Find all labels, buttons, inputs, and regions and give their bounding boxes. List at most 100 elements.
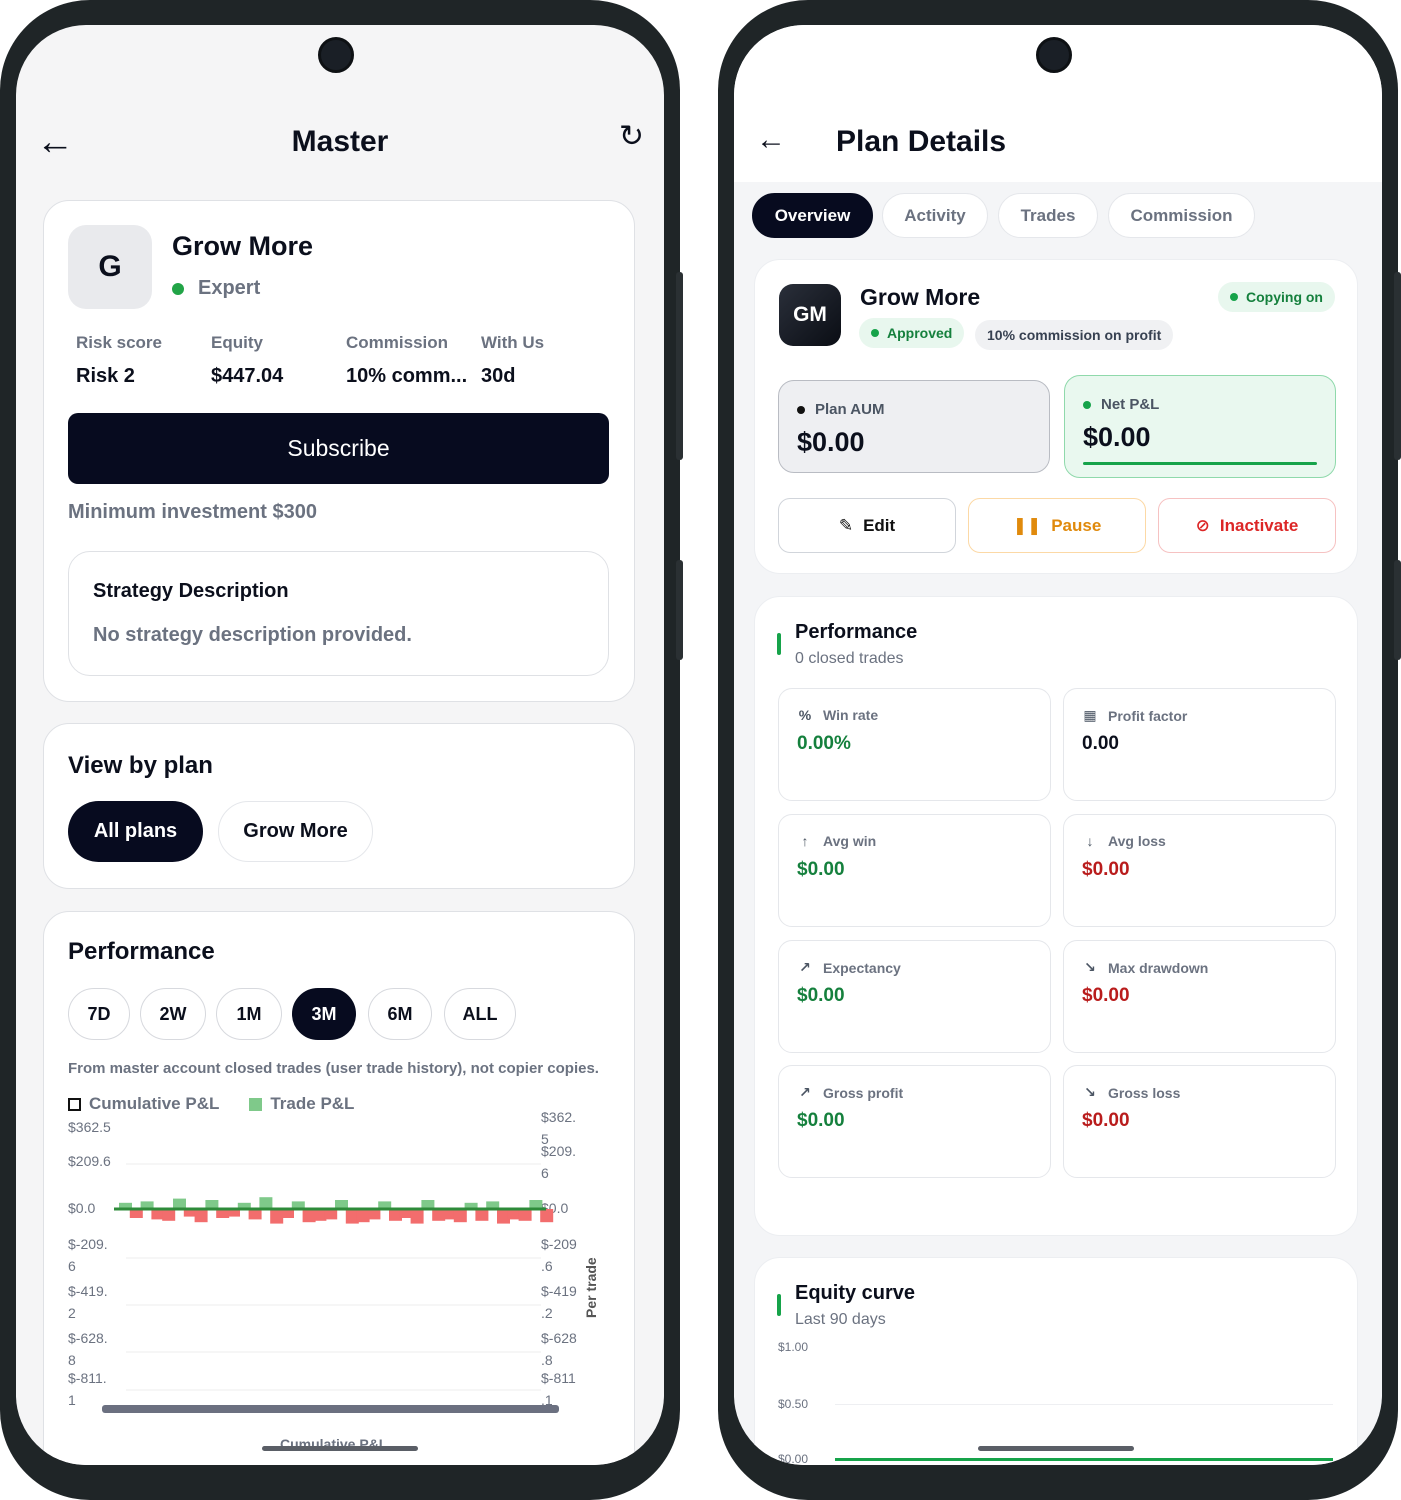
plan-filter-all[interactable]: All plans [68,801,203,862]
minimum-investment: Minimum investment $300 [68,501,317,523]
commission-value: 10% comm... [346,365,468,387]
metric-label: Expectancy [823,959,901,976]
plan-aum-value: $0.00 [797,427,865,457]
trend-down-icon: ↘ [1084,1084,1096,1100]
home-indicator [978,1446,1134,1451]
equity-curve-subtitle: Last 90 days [795,1311,886,1328]
plan-aum-label-text: Plan AUM [815,401,885,418]
metric-expectancy: ↗ Expectancy $0.00 [778,940,1051,1053]
net-pnl-value: $0.00 [1083,422,1151,452]
status-dot-icon [172,282,184,295]
inactivate-button[interactable]: ⊘ Inactivate [1158,498,1336,553]
copying-status-text: Copying on [1246,289,1323,305]
commission-badge: 10% commission on profit [975,320,1174,350]
back-arrow-icon[interactable]: ← [756,123,786,157]
approved-text: Approved [887,325,953,341]
page-title: Plan Details [836,125,1007,158]
volume-button [1394,272,1401,460]
trade-bar [518,1209,532,1221]
metric-value: $0.00 [797,1110,845,1131]
pnl-chart [102,1163,559,1413]
trade-bar [259,1197,273,1209]
arrow-down-icon: ↓ [1086,833,1094,849]
home-indicator [262,1446,418,1451]
calculator-icon: ▦ [1083,707,1097,723]
volume-button [676,272,683,460]
equity-tick: $0.50 [778,1397,809,1411]
power-button [676,560,683,660]
subscribe-button[interactable]: Subscribe [68,413,609,484]
equity-label: Equity [211,333,263,352]
equity-line [835,1458,1333,1461]
header: ← Plan Details [734,25,1382,182]
commission-label: Commission [346,333,449,352]
net-pnl-label-text: Net P&L [1101,396,1160,413]
power-button [1394,560,1401,660]
metric-label: Win rate [823,707,879,723]
ban-icon: ⊘ [1195,515,1210,535]
equity-tick: $1.00 [778,1340,809,1354]
page-title: Master [291,125,389,158]
trade-bar [367,1209,381,1220]
metric-avg-loss: ↓ Avg loss $0.00 [1063,814,1336,927]
trade-bar [194,1209,208,1223]
percent-icon: % [798,707,812,723]
avatar: G [68,225,152,309]
trade-bar [248,1209,262,1220]
trade-bar [173,1198,186,1209]
performance-title: Performance [795,621,918,643]
edit-label: Edit [863,515,896,535]
trade-bar [162,1209,176,1221]
metric-value: 0.00% [797,733,851,754]
with-us-label: With Us [481,333,545,352]
front-camera [1036,37,1072,73]
plan-name: Grow More [860,284,981,310]
trade-bar [410,1209,424,1224]
strategy-text: No strategy description provided. [93,624,412,646]
master-screen: ← Master ↻ G Grow More Expert Risk score… [16,25,664,1465]
metric-value: 0.00 [1082,733,1119,754]
edit-button[interactable]: ✎ Edit [778,498,956,553]
refresh-icon[interactable]: ↻ [619,119,644,154]
front-camera [318,37,354,73]
metric-profit-factor: ▦ Profit factor 0.00 [1063,688,1336,801]
pencil-icon: ✎ [838,515,854,535]
metric-value: $0.00 [1082,985,1130,1006]
metric-value: $0.00 [1082,859,1130,880]
plan-details-screen: ← Plan Details Overview Activity Trades … [734,25,1382,1465]
strategy-description-box: Strategy Description No strategy descrip… [68,551,609,676]
metric-label: Gross profit [823,1084,904,1101]
risk-score-label: Risk score [76,333,162,352]
metric-gross-profit: ↗ Gross profit $0.00 [778,1065,1051,1178]
metric-label: Profit factor [1108,707,1188,724]
plan-summary-card: GM Grow More Copying on Approved 10% com… [754,259,1358,574]
master-card: G Grow More Expert Risk score Risk 2 Equ… [43,200,635,702]
pause-button[interactable]: ❚❚ Pause [968,498,1146,553]
trade-bar [475,1209,489,1221]
equity-value: $447.04 [211,365,284,387]
status-dot-icon [1230,293,1238,301]
dot-icon [1083,400,1091,409]
master-name: Grow More [172,231,314,261]
copying-status-badge: Copying on [1218,282,1335,312]
arrow-down-right-icon: ↘ [1084,959,1096,975]
metric-value: $0.00 [797,859,845,880]
metric-label: Max drawdown [1108,959,1209,976]
trade-bar [540,1209,554,1223]
metric-value: $0.00 [797,985,845,1006]
chart-scrollbar [102,1405,559,1413]
tab-commission[interactable]: Commission [1108,193,1255,238]
trade-bar [324,1209,338,1220]
net-pnl-underline [1083,462,1317,465]
tab-activity[interactable]: Activity [882,193,988,238]
strategy-title: Strategy Description [93,580,289,602]
trend-up-icon: ↗ [799,1084,811,1100]
with-us-value: 30d [481,365,516,387]
header: ← Master ↻ [16,115,664,171]
tab-overview[interactable]: Overview [752,193,873,238]
tab-trades[interactable]: Trades [998,193,1098,238]
plan-filter-grow-more[interactable]: Grow More [218,801,373,862]
equity-curve-title: Equity curve [795,1282,916,1304]
plan-aum-tile: Plan AUM $0.00 [778,380,1050,473]
dot-icon [797,405,805,414]
